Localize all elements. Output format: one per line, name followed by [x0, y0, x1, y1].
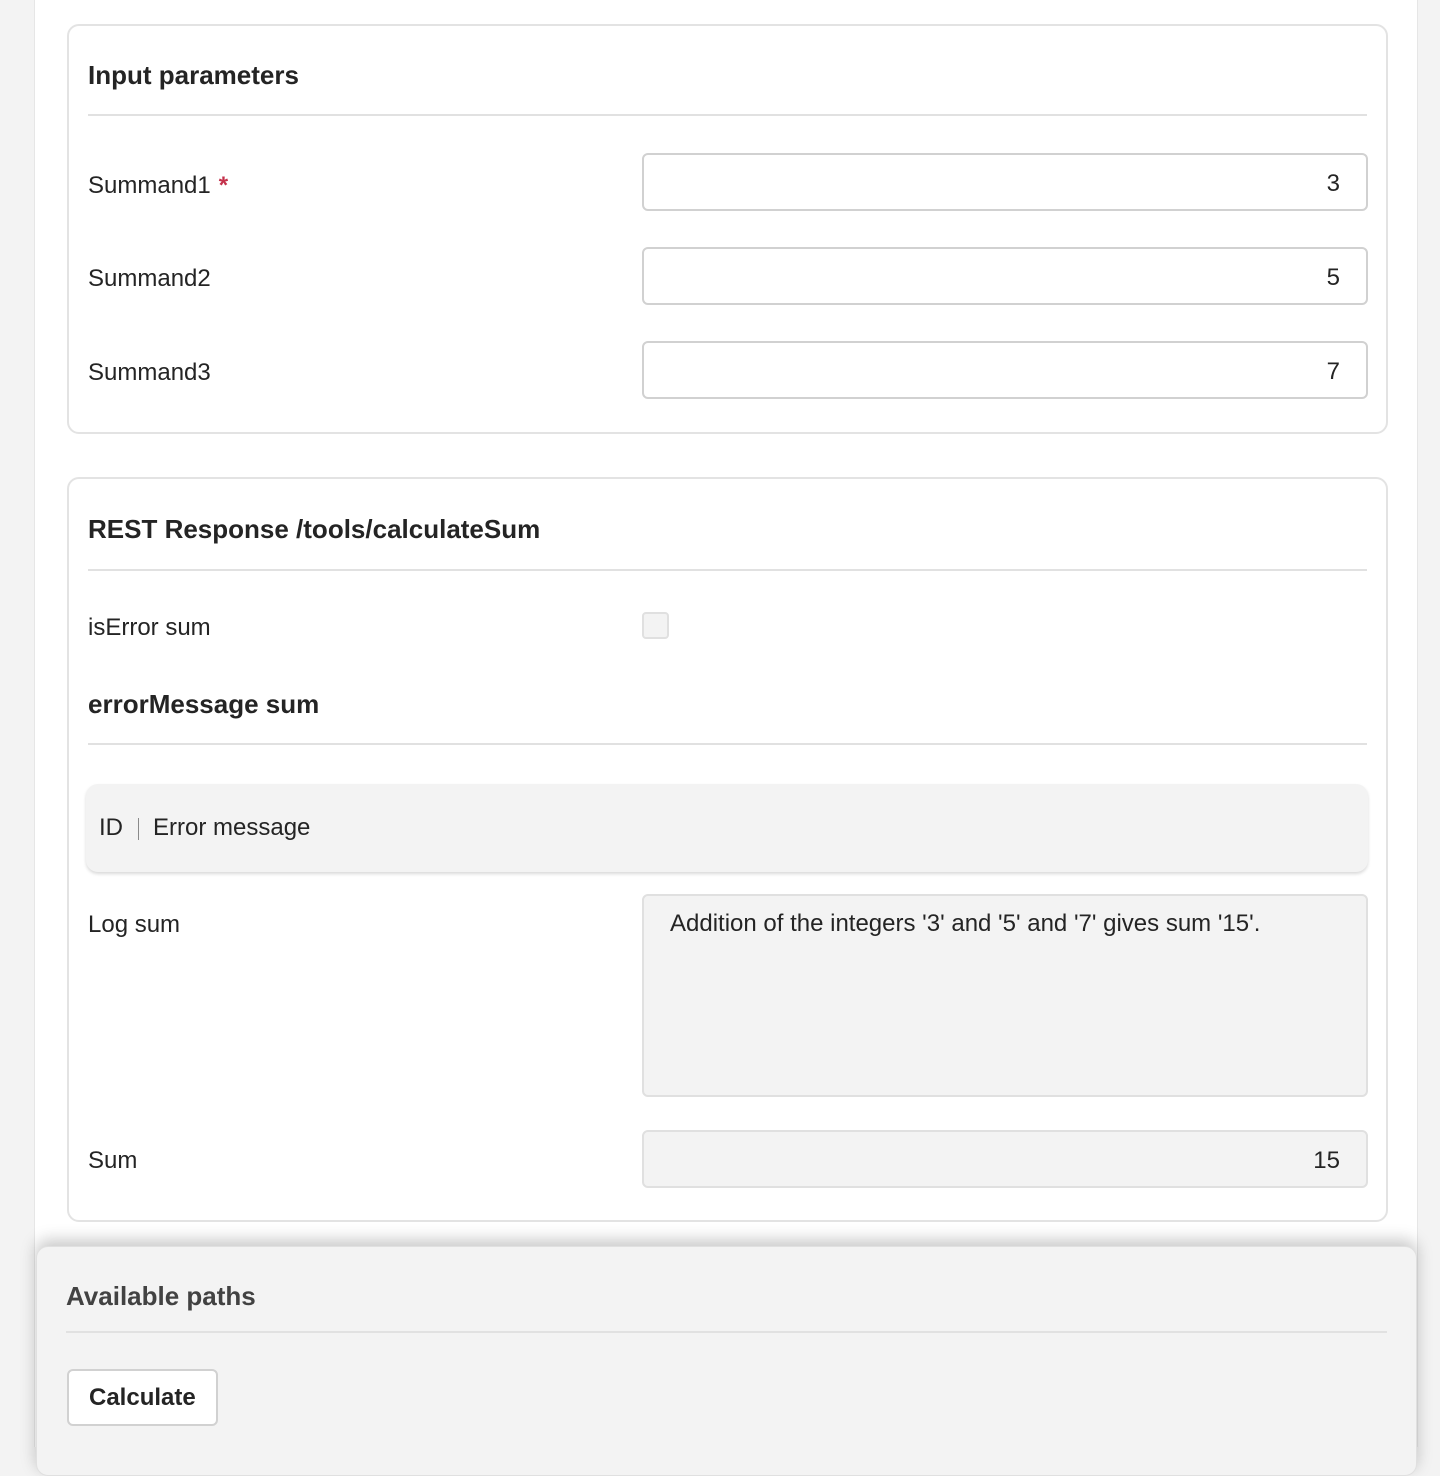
rest-response-title: REST Response /tools/calculateSum: [88, 514, 541, 544]
error-message-title: errorMessage sum: [88, 689, 320, 719]
column-header-id[interactable]: ID: [99, 814, 123, 842]
summand1-label: Summand1 *: [88, 172, 228, 200]
summand2-input[interactable]: 5: [642, 247, 1368, 305]
input-parameters-title: Input parameters: [88, 60, 299, 90]
input-parameters-card: Input parameters Summand1 * 3 Summand2 5 …: [67, 24, 1388, 434]
sum-label: Sum: [88, 1147, 138, 1174]
summand2-label: Summand2: [88, 265, 211, 292]
summand1-label-text: Summand1: [88, 172, 211, 199]
log-label: Log sum: [88, 911, 181, 938]
divider: [88, 743, 1367, 745]
summand1-input[interactable]: 3: [642, 153, 1368, 211]
sum-field[interactable]: 15: [642, 1130, 1368, 1188]
page-content: Input parameters Summand1 * 3 Summand2 5 …: [34, 0, 1418, 1447]
divider: [88, 569, 1367, 571]
divider: [66, 1331, 1387, 1333]
summand3-label: Summand3: [88, 359, 211, 386]
required-marker: *: [218, 172, 229, 199]
calculate-button[interactable]: Calculate: [67, 1369, 218, 1426]
divider: [88, 114, 1367, 116]
error-table-header: ID Error message: [86, 784, 1368, 872]
is-error-label: isError sum: [88, 614, 211, 641]
available-paths-panel: Available paths Calculate: [36, 1246, 1417, 1476]
rest-response-card: REST Response /tools/calculateSum isErro…: [67, 477, 1388, 1222]
available-paths-title: Available paths: [66, 1281, 256, 1311]
log-textarea[interactable]: Addition of the integers '3' and '5' and…: [642, 894, 1368, 1097]
is-error-checkbox[interactable]: [642, 612, 669, 639]
column-header-error-message[interactable]: Error message: [153, 814, 310, 842]
summand3-input[interactable]: 7: [642, 341, 1368, 399]
column-separator: [138, 818, 139, 840]
